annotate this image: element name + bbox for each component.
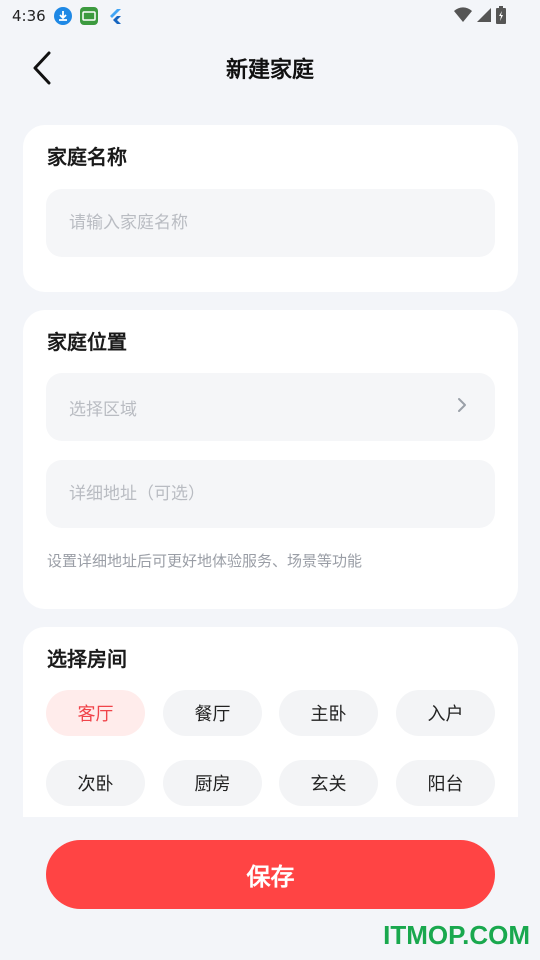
room-chip-dining-room[interactable]: 餐厅 (163, 690, 262, 736)
watermark: ITMOP.COM (383, 920, 530, 950)
status-bar: 4:36 (0, 0, 540, 32)
page-title: 新建家庭 (225, 58, 314, 83)
room-chip-balcony[interactable]: 阳台 (396, 760, 495, 806)
room-chip-label: 餐厅 (194, 704, 231, 725)
room-chip-foyer[interactable]: 玄关 (279, 760, 378, 806)
room-chip-kitchen[interactable]: 厨房 (163, 760, 262, 806)
region-select[interactable]: 选择区域 (46, 373, 495, 441)
room-chip-label: 客厅 (77, 704, 114, 725)
room-chip-label: 次卧 (77, 774, 114, 795)
room-chip-label: 入户 (427, 704, 464, 725)
room-chip-label: 主卧 (310, 704, 347, 725)
title-bar: 新建家庭 (0, 38, 540, 96)
rooms-card: 选择房间 客厅 餐厅 主卧 入户 次卧 厨房 玄关 阳台 (23, 627, 518, 817)
room-chip-second-bedroom[interactable]: 次卧 (46, 760, 145, 806)
download-icon (53, 7, 72, 25)
flutter-icon (106, 7, 124, 25)
status-right (454, 6, 506, 28)
room-chip-label: 阳台 (427, 774, 464, 795)
battery-icon (496, 6, 506, 28)
family-location-title: 家庭位置 (47, 330, 127, 354)
room-chip-label: 厨房 (194, 774, 231, 795)
signal-icon (476, 7, 492, 27)
address-hint: 设置详细地址后可更好地体验服务、场景等功能 (47, 552, 363, 570)
region-select-placeholder: 选择区域 (69, 399, 137, 420)
room-chip-label: 玄关 (310, 774, 347, 795)
tv-icon (79, 7, 98, 25)
room-chip-entrance[interactable]: 入户 (396, 690, 495, 736)
wifi-icon (454, 7, 472, 27)
family-name-card: 家庭名称 (23, 125, 518, 292)
chevron-right-icon (458, 398, 466, 412)
family-location-card: 家庭位置 选择区域 设置详细地址后可更好地体验服务、场景等功能 (23, 310, 518, 609)
rooms-title: 选择房间 (47, 647, 127, 671)
address-input[interactable] (46, 460, 495, 528)
family-name-title: 家庭名称 (47, 145, 127, 169)
room-chip-living-room[interactable]: 客厅 (46, 690, 145, 736)
family-name-input[interactable] (46, 189, 495, 257)
save-button[interactable]: 保存 (46, 840, 495, 909)
room-chip-master-bedroom[interactable]: 主卧 (279, 690, 378, 736)
status-time: 4:36 (12, 7, 46, 25)
